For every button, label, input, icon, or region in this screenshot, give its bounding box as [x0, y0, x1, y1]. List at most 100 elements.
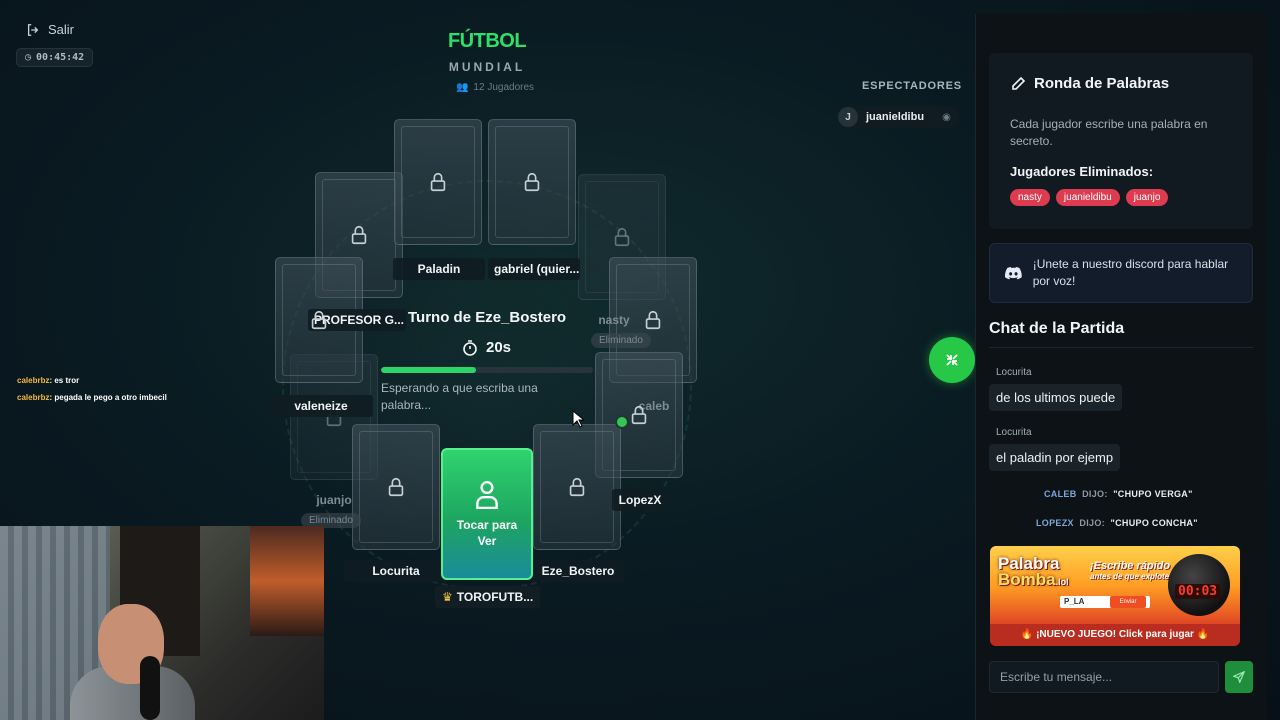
chat-title: Chat de la Partida — [989, 320, 1125, 337]
lock-icon — [430, 172, 446, 192]
chat-message: Locurita el paladin por ejemp — [989, 427, 1121, 471]
stream-chat-text: : es tror — [49, 376, 80, 385]
ad-tagline: ¡Escribe rápido antes de que explote! — [1090, 560, 1172, 581]
system-dijo: DIJO: — [1082, 489, 1108, 499]
player-name-juanjo: juanjo — [316, 493, 352, 507]
eliminated-tag: juanieldibu — [1055, 189, 1120, 206]
player-card-paladin[interactable] — [394, 119, 482, 245]
chat-input[interactable] — [989, 661, 1219, 693]
round-info-card: Ronda de Palabras Cada jugador escribe u… — [989, 53, 1253, 229]
system-quote: "CHUPO VERGA" — [1113, 489, 1193, 499]
players-count: 👥 12 Jugadores — [387, 82, 603, 93]
eliminated-badge: Eliminado — [591, 333, 651, 348]
chat-author: Locurita — [996, 367, 1032, 378]
player-name-paladin: Paladin — [393, 258, 485, 280]
reveal-word-label: Tocar para Ver — [456, 518, 518, 548]
ad-banner[interactable]: Palabra Bomba.lol ¡Escribe rápido antes de… — [990, 546, 1240, 646]
player-card-locurita[interactable] — [352, 424, 440, 550]
eliminated-tag: nasty — [1010, 189, 1050, 206]
avatar: J — [838, 107, 858, 127]
round-description: Cada jugador escribe una palabra en secr… — [1010, 117, 1208, 148]
turn-timer-text: 20s — [486, 339, 512, 356]
player-card-gabriel[interactable] — [488, 119, 576, 245]
users-icon: 👥 — [455, 82, 469, 93]
system-quote: "CHUPO CONCHA" — [1110, 518, 1198, 528]
lock-icon — [311, 310, 327, 330]
clock-icon: ◷ — [25, 52, 32, 63]
stream-chat-line: calebrbz: pegada le pego a otro imbecil — [17, 389, 167, 406]
exit-button[interactable]: Salir — [26, 22, 74, 37]
ad-tagline-small: antes de que explote! — [1090, 572, 1172, 581]
chat-bubble: el paladin por ejemp — [989, 444, 1121, 471]
collapse-toggle-button[interactable] — [929, 337, 975, 383]
game-title: FÚTBOL — [447, 30, 527, 52]
session-timer: ◷ 00:45:42 — [16, 48, 94, 67]
spectator-name: juanieldibu — [866, 111, 925, 123]
pencil-icon — [1012, 76, 1026, 90]
system-message: LOPEZX DIJO: "CHUPO CONCHA" — [1036, 518, 1198, 528]
turn-progress-bar — [381, 367, 593, 373]
system-dijo: DIJO: — [1079, 518, 1105, 528]
exit-label: Salir — [48, 22, 75, 37]
chat-message: Locurita de los ultimos puede — [989, 367, 1123, 411]
player-name-lopezx: LopezX — [612, 489, 668, 511]
player-card-eze[interactable] — [533, 424, 621, 550]
spectator-item[interactable]: J juanieldibu ◉ — [838, 106, 959, 128]
game-subtitle: MUNDIAL — [448, 60, 526, 74]
stream-chat-user: calebrbz — [17, 393, 50, 402]
waiting-text: Esperando a que escriba una palabra... — [381, 381, 538, 412]
arrows-collapse-icon — [946, 354, 958, 366]
reveal-word-card[interactable]: Tocar para Ver — [441, 448, 533, 580]
logout-icon — [27, 23, 39, 36]
lock-icon — [614, 227, 630, 247]
turn-text: Turno de Eze_Bostero — [408, 309, 567, 326]
stopwatch-icon — [463, 339, 477, 356]
discord-icon — [1004, 267, 1022, 280]
turn-timer: 20s — [462, 339, 511, 356]
divider — [989, 347, 1253, 348]
turn-progress-fill — [381, 367, 477, 373]
webcam-overlay — [0, 526, 324, 720]
eye-icon: ◉ — [942, 111, 951, 123]
system-message: CALEB DIJO: "CHUPO VERGA" — [1044, 489, 1193, 499]
ad-cta: 🔥 ¡NUEVO JUEGO! Click para jugar 🔥 — [990, 624, 1240, 646]
stream-chat: calebrbz: es tror calebrbz: pegada le pe… — [17, 372, 167, 406]
discord-text: ¡Unete a nuestro discord para hablar por… — [1032, 257, 1229, 288]
eliminated-list: nasty juanieldibu juanjo — [1010, 189, 1232, 206]
host-badge: ♛ TOROFUTB... — [435, 586, 541, 608]
round-title: Ronda de Palabras — [1034, 75, 1170, 92]
ad-clock: 00:03 — [1175, 584, 1221, 599]
lock-icon — [351, 225, 367, 245]
send-icon — [1233, 671, 1245, 683]
ad-logo-line2: Bomba — [998, 570, 1056, 589]
eliminated-tag: juanjo — [1125, 189, 1169, 206]
ad-send: Enviar — [1110, 596, 1146, 608]
stream-chat-text: : pegada le pego a otro imbecil — [49, 393, 167, 402]
chat-author: Locurita — [996, 427, 1032, 438]
player-name-locurita: Locurita — [344, 560, 448, 582]
send-button[interactable] — [1225, 661, 1253, 693]
eliminated-title: Jugadores Eliminados: — [1010, 164, 1154, 179]
stream-chat-user: calebrbz — [17, 376, 50, 385]
user-icon — [476, 481, 498, 509]
lock-icon — [631, 405, 647, 425]
ad-tagline-main: ¡Escribe rápido — [1090, 560, 1171, 572]
lock-icon — [645, 310, 661, 330]
ready-indicator-icon — [615, 415, 629, 429]
mouse-cursor-icon — [572, 410, 584, 428]
host-name: TOROFUTB... — [456, 590, 534, 604]
spectators-title: ESPECTADORES — [862, 80, 962, 92]
player-name-valeneize: valeneize — [269, 395, 373, 417]
ad-logo: Palabra Bomba.lol — [998, 555, 1069, 590]
stream-chat-line: calebrbz: es tror — [17, 372, 167, 389]
discord-banner[interactable]: ¡Unete a nuestro discord para hablar por… — [989, 243, 1253, 303]
session-timer-text: 00:45:42 — [36, 52, 85, 63]
ad-logo-suffix: .lol — [1055, 577, 1069, 587]
player-name-gabriel: gabriel (quier... — [488, 258, 580, 280]
system-user: LOPEZX — [1036, 518, 1074, 528]
lock-icon — [388, 477, 404, 497]
system-user: CALEB — [1044, 489, 1077, 499]
chat-bubble: de los ultimos puede — [989, 384, 1123, 411]
player-name-nasty: nasty — [598, 313, 630, 327]
lock-icon — [569, 477, 585, 497]
